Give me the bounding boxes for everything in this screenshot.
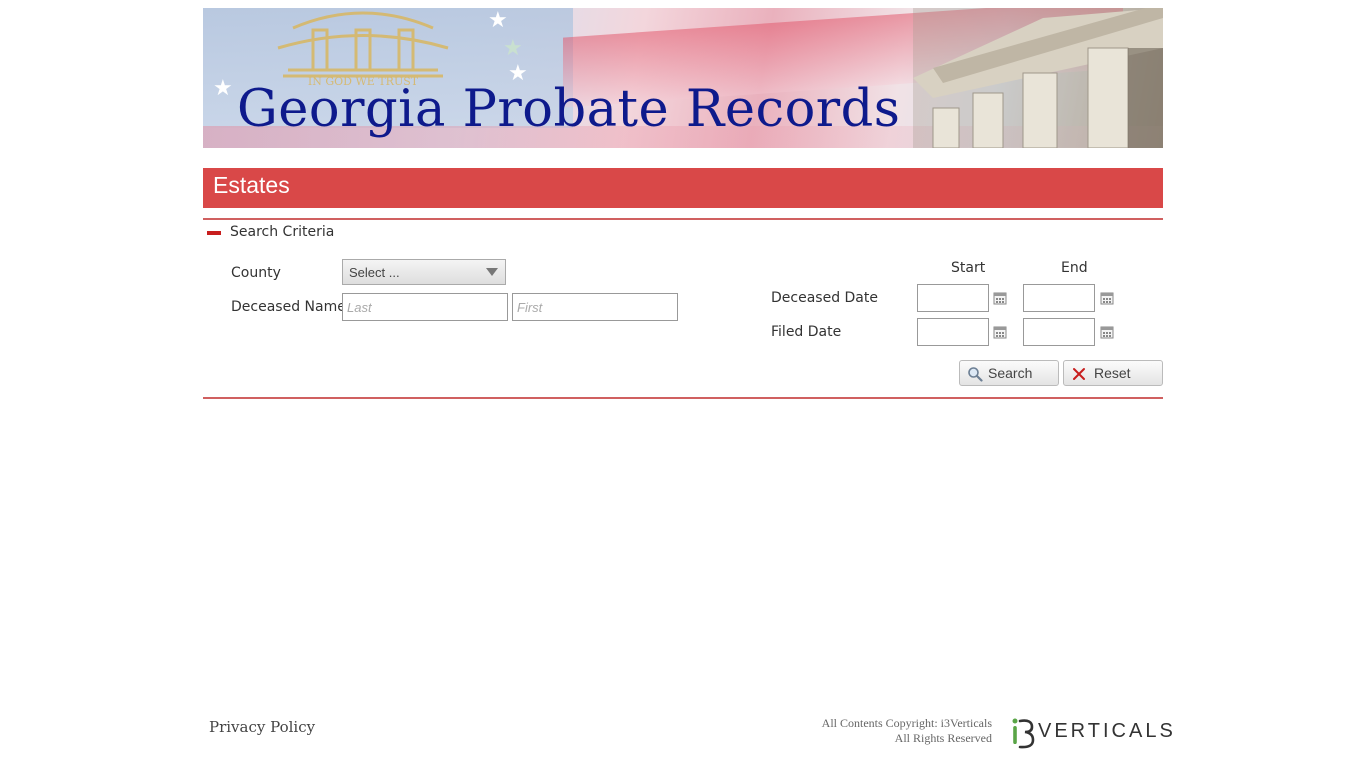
i3verticals-logo: VERTICALS: [1008, 716, 1173, 750]
search-button-label: Search: [988, 365, 1033, 381]
deceased-date-end-input[interactable]: [1023, 284, 1095, 312]
filed-date-start-input[interactable]: [917, 318, 989, 346]
deceased-date-start-input[interactable]: [917, 284, 989, 312]
copyright-line: All Contents Copyright: i3Verticals: [821, 716, 992, 730]
deceased-name-label: Deceased Name: [231, 299, 346, 315]
logo-wordmark: VERTICALS: [1038, 720, 1176, 742]
state-seal-icon: IN GOD WE TRUST: [277, 11, 449, 86]
star-icon: ★: [503, 36, 523, 61]
end-header: End: [1061, 260, 1088, 276]
reset-button-label: Reset: [1094, 365, 1131, 381]
county-select[interactable]: Select ...: [342, 259, 506, 285]
collapse-icon[interactable]: [207, 231, 221, 235]
county-label: County: [231, 265, 281, 281]
header-banner: ★ ★ ★ ★ IN GOD WE TRUST Georgia Probate …: [203, 8, 1163, 148]
divider: [203, 397, 1163, 399]
search-button[interactable]: Search: [959, 360, 1059, 386]
calendar-icon[interactable]: [993, 291, 1007, 305]
reset-button[interactable]: Reset: [1063, 360, 1163, 386]
filed-date-end-input[interactable]: [1023, 318, 1095, 346]
search-criteria-toggle[interactable]: Search Criteria: [230, 224, 334, 240]
divider: [203, 218, 1163, 220]
county-select-value: Select ...: [349, 265, 400, 280]
calendar-icon[interactable]: [993, 325, 1007, 339]
start-header: Start: [951, 260, 986, 276]
privacy-policy-link[interactable]: Privacy Policy: [209, 718, 315, 736]
filed-date-label: Filed Date: [771, 324, 842, 340]
deceased-date-label: Deceased Date: [771, 290, 878, 306]
close-icon: [1073, 368, 1085, 380]
rights-line: All Rights Reserved: [894, 731, 992, 745]
calendar-icon[interactable]: [1100, 291, 1114, 305]
section-header: Estates: [203, 168, 1163, 208]
logo-mark-icon: [1012, 718, 1035, 749]
first-name-input[interactable]: [512, 293, 678, 321]
page-title: Georgia Probate Records: [237, 80, 901, 139]
last-name-input[interactable]: [342, 293, 508, 321]
star-icon: ★: [213, 76, 233, 101]
chevron-down-icon: [486, 268, 498, 276]
copyright-text: All Contents Copyright: i3Verticals All …: [780, 716, 992, 746]
calendar-icon[interactable]: [1100, 325, 1114, 339]
courthouse-columns-image: [913, 8, 1163, 148]
search-icon: [968, 367, 983, 382]
section-title: Estates: [213, 172, 290, 198]
